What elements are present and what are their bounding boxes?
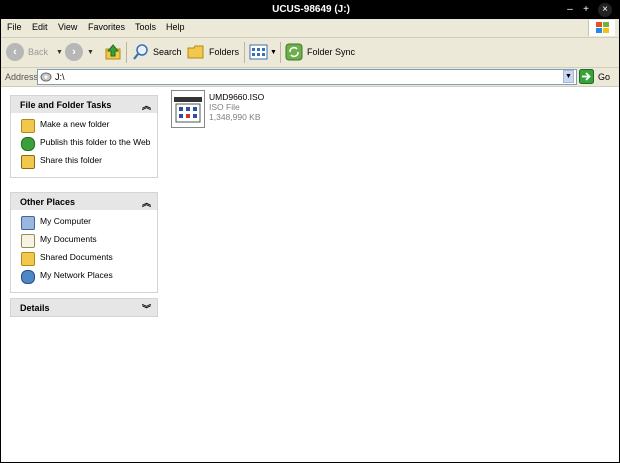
address-label: Address (5, 72, 39, 82)
place-label: My Documents (40, 234, 97, 244)
task-label: Make a new folder (40, 119, 110, 129)
menu-help[interactable]: Help (166, 22, 185, 32)
task-make-new-folder[interactable]: Make a new folder (11, 117, 157, 135)
drive-icon (40, 72, 52, 82)
views-dropdown-icon[interactable]: ▼ (270, 49, 277, 56)
menu-tools[interactable]: Tools (135, 22, 156, 32)
file-type: ISO File (209, 102, 240, 112)
back-label: Back (28, 47, 49, 57)
minimize-button[interactable]: – (563, 3, 577, 17)
address-value: J:\ (55, 72, 65, 82)
place-my-computer[interactable]: My Computer (11, 214, 157, 232)
place-label: My Network Places (40, 270, 113, 280)
back-arrow-icon: ‹ (6, 43, 24, 61)
other-places-panel: Other Places ︽ My Computer My Documents … (10, 192, 158, 293)
menu-view[interactable]: View (58, 22, 77, 32)
back-dropdown-icon[interactable]: ▼ (56, 49, 63, 56)
views-button[interactable]: ▼ (249, 42, 277, 62)
task-label: Publish this folder to the Web (40, 137, 151, 147)
menu-edit[interactable]: Edit (32, 22, 48, 32)
address-input[interactable]: J:\ (37, 69, 577, 85)
place-label: My Computer (40, 216, 92, 226)
title-bar[interactable]: UCUS-98649 (J:) – + × (1, 1, 620, 19)
folder-icon (187, 45, 204, 59)
computer-icon (21, 216, 35, 230)
toolbar-separator (244, 42, 245, 63)
panel-header[interactable]: File and Folder Tasks ︽ (11, 96, 157, 113)
forward-dropdown-icon[interactable]: ▼ (87, 49, 94, 56)
search-icon (133, 44, 148, 60)
menu-file[interactable]: File (7, 22, 22, 32)
task-share-folder[interactable]: Share this folder (11, 153, 157, 171)
folder-sync-label: Folder Sync (307, 47, 356, 57)
windows-logo-icon (588, 20, 615, 36)
views-icon (249, 44, 268, 60)
panel-header[interactable]: Details ︾ (11, 299, 157, 316)
file-folder-tasks-panel: File and Folder Tasks ︽ Make a new folde… (10, 95, 158, 178)
close-button[interactable]: × (598, 3, 612, 17)
new-folder-icon (21, 119, 35, 133)
iso-file-icon (171, 90, 205, 128)
place-my-documents[interactable]: My Documents (11, 232, 157, 250)
place-shared-documents[interactable]: Shared Documents (11, 250, 157, 268)
forward-arrow-icon: › (65, 43, 83, 61)
file-name: UMD9660.ISO (209, 92, 265, 102)
back-button[interactable]: ‹ Back ▼ (6, 42, 63, 62)
file-size: 1,348,990 KB (209, 112, 261, 122)
address-bar: Address J:\ ▼ Go (1, 68, 619, 87)
place-my-network-places[interactable]: My Network Places (11, 268, 157, 286)
globe-icon (21, 137, 35, 151)
panel-title: Other Places (20, 197, 76, 207)
collapse-chevron-icon[interactable]: ︽ (142, 99, 151, 112)
details-panel: Details ︾ (10, 298, 158, 317)
folders-button[interactable]: Folders (187, 42, 239, 62)
shared-folder-icon (21, 252, 35, 266)
search-button[interactable]: Search (132, 42, 182, 62)
go-label: Go (598, 71, 611, 82)
search-label: Search (153, 47, 182, 57)
toolbar-separator (280, 42, 281, 63)
address-dropdown-icon[interactable]: ▼ (563, 70, 574, 83)
share-folder-icon (21, 155, 35, 169)
panel-title: Details (20, 303, 50, 313)
explorer-window: UCUS-98649 (J:) – + × File Edit View Fav… (0, 0, 620, 463)
content-area: File and Folder Tasks ︽ Make a new folde… (1, 87, 619, 462)
folders-label: Folders (209, 47, 240, 57)
menu-bar: File Edit View Favorites Tools Help (1, 19, 619, 38)
panel-header[interactable]: Other Places ︽ (11, 193, 157, 210)
menu-favorites[interactable]: Favorites (88, 22, 125, 32)
go-button[interactable]: Go (579, 69, 610, 84)
panel-title: File and Folder Tasks (20, 100, 112, 110)
toolbar: ‹ Back ▼ › ▼ Search Folders ▼ Folder Syn… (1, 38, 619, 68)
forward-button[interactable]: › ▼ (65, 42, 94, 62)
task-label: Share this folder (40, 155, 102, 165)
documents-icon (21, 234, 35, 248)
toolbar-separator (126, 42, 127, 63)
task-publish-to-web[interactable]: Publish this folder to the Web (11, 135, 157, 153)
maximize-button[interactable]: + (579, 3, 593, 17)
place-label: Shared Documents (40, 252, 113, 262)
folder-sync-button[interactable]: Folder Sync (285, 42, 355, 62)
go-arrow-icon (579, 69, 594, 84)
collapse-chevron-icon[interactable]: ︽ (142, 196, 151, 209)
folder-sync-icon (285, 43, 303, 61)
window-title: UCUS-98649 (J:) (272, 4, 350, 15)
expand-chevron-icon[interactable]: ︾ (142, 302, 151, 315)
up-folder-button[interactable] (104, 42, 122, 62)
up-folder-icon (105, 44, 121, 60)
network-icon (21, 270, 35, 284)
